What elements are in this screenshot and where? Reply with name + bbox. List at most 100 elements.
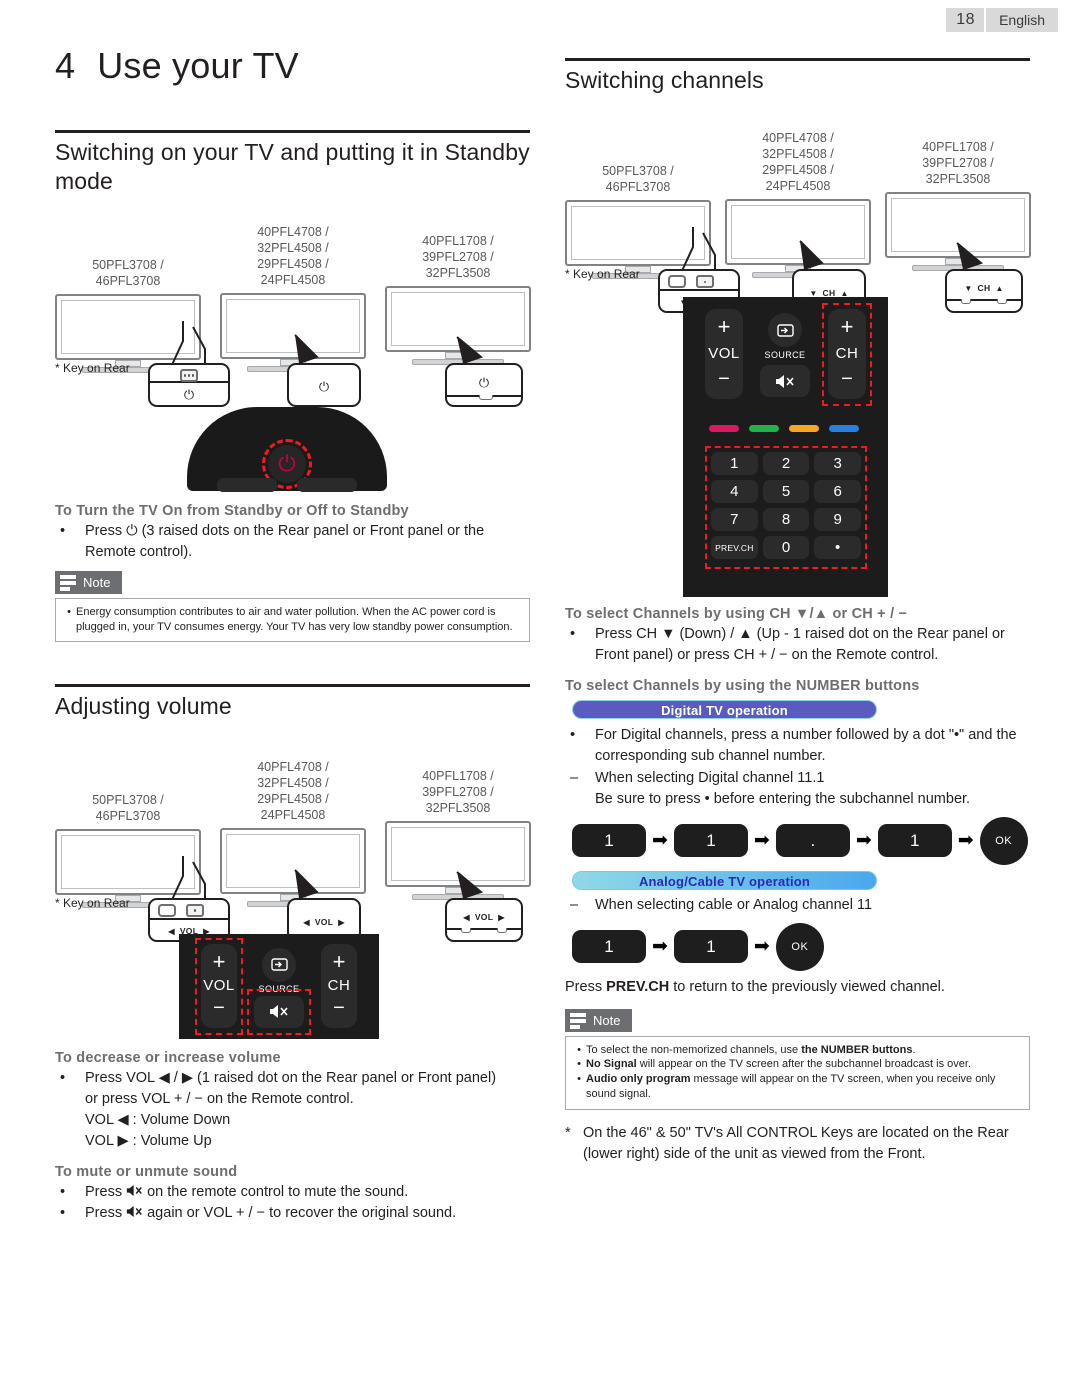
color-button-0[interactable]	[709, 425, 739, 433]
ch-down-arrow-3: ▼	[964, 284, 973, 294]
tv-model-label-ch-2: 40PFL4708 / 32PFL4508 / 29PFL4508 / 24PF…	[762, 131, 834, 194]
note-item-text: To select the non-memorized channels, us…	[586, 1043, 916, 1056]
power-glyph-2: ⏻	[318, 378, 330, 394]
mute-button-highlight	[247, 988, 311, 1035]
subheading-decrease-increase-volume: To decrease or increase volume	[55, 1049, 281, 1066]
note-bold: Audio only program	[586, 1073, 691, 1086]
remote-full-illustration: + VOL − SOURCE + CH − 1 2 3 4 5 6 7 8 9 …	[565, 297, 1030, 602]
vol-name-label-r: VOL	[708, 345, 740, 363]
tv-model-label-ch-1: 50PFL3708 / 46PFL3708	[602, 164, 674, 195]
volume-line-4: VOL ▶ : Volume Up	[85, 1132, 212, 1149]
source-button-left[interactable]	[262, 947, 296, 982]
turn-on-text-a: Press	[85, 522, 127, 539]
note-bullet: •	[577, 1043, 581, 1056]
note-bullet: •	[577, 1073, 581, 1086]
note-tab: Note	[55, 570, 123, 594]
ch-rocker-button-left[interactable]: + CH −	[321, 943, 357, 1028]
turn-on-instructions: To Turn the TV On from Standby or Off to…	[55, 503, 530, 563]
one-dot-key-icon-ch	[696, 275, 714, 289]
digital-dash-line-2: Be sure to press • before entering the s…	[595, 790, 971, 807]
subheading-turn-on: To Turn the TV On from Standby or Off to…	[55, 502, 409, 519]
sequence-arrow-icon: ➡	[753, 936, 770, 958]
volume-control-label-2: ◀ VOL ▶	[289, 917, 359, 927]
digital-key-sequence: 1 ➡ 1 ➡. ➡ 1 ➡ OK	[572, 816, 1030, 865]
ch-plus-label-l: +	[332, 948, 346, 974]
channel-control-label-3: ▼ CH ▲	[947, 283, 1021, 293]
section-title-switching-on: Switching on your TV and putting it in S…	[55, 139, 530, 195]
numpad-highlight	[705, 446, 867, 570]
volume-control-label-3: ◀ VOL ▶	[447, 912, 521, 922]
callout-front-panel-power-2: ⏻	[287, 362, 361, 407]
channel-line-2: Front panel) or press CH + / − on the Re…	[595, 647, 939, 664]
power-glyph-3: ⏻	[478, 374, 490, 390]
ch-label-3: CH	[977, 283, 991, 294]
key-on-rear-note-channels: * Key on Rear	[565, 267, 640, 282]
ch-button-highlight	[822, 303, 872, 407]
vol-rocker-button-right[interactable]: + VOL −	[705, 309, 743, 400]
analog-key-sequence: 1 ➡ 1 ➡ OK	[572, 922, 1030, 971]
note-tab-channels: Note	[565, 1008, 633, 1032]
footnote-line-2: (lower right) side of the unit as viewed…	[583, 1145, 926, 1162]
one-dot-key-icon	[186, 903, 204, 917]
remote-panel-channels: + VOL − SOURCE + CH − 1 2 3 4 5 6 7 8 9 …	[683, 297, 888, 598]
note-item-text: No Signal will appear on the TV screen a…	[586, 1058, 972, 1071]
manual-page: 18 English 4 Use your TV Switching on you…	[0, 0, 1080, 1397]
mute-button-right[interactable]	[760, 365, 810, 398]
turn-on-bullet: • Press ⏻ (3 raised dots on the Rear pan…	[55, 521, 530, 563]
sequence-arrow-icon: ➡	[855, 830, 872, 852]
digital-dash-row: – When selecting Digital channel 11.1 Be…	[565, 768, 1030, 810]
color-button-3[interactable]	[829, 425, 859, 433]
remote-top-body: ⏻	[187, 406, 387, 492]
footnote-control-keys: * On the 46" & 50" TV's All CONTROL Keys…	[565, 1123, 1030, 1165]
turn-on-text-b: (3 raised dots on the Rear panel or Fron…	[85, 522, 485, 560]
remote-soft-button-left[interactable]	[217, 477, 277, 492]
remote-top-illustration: ⏻	[55, 406, 530, 492]
mute-icon-right	[776, 374, 794, 388]
chapter-number: 4	[55, 45, 76, 86]
volume-line-2: or press VOL + / − on the Remote control…	[85, 1090, 354, 1107]
color-button-2[interactable]	[789, 425, 819, 433]
number-button-instructions: To select Channels by using the NUMBER b…	[565, 678, 1030, 997]
channel-bullet: • Press CH ▼ (Down) / ▲ (Up - 1 raised d…	[565, 624, 1030, 666]
digital-sequence-key-2: .	[775, 824, 850, 858]
digital-sequence-key-1: 1	[673, 824, 748, 858]
remote-soft-button-right[interactable]	[297, 477, 357, 492]
note-item-text: Energy consumption contributes to air an…	[76, 605, 513, 633]
blank-key-icon	[158, 903, 176, 917]
key-on-rear-note-left: * Key on Rear	[55, 360, 130, 375]
subheading-mute: To mute or unmute sound	[55, 1163, 238, 1180]
mute-instructions: To mute or unmute sound • Press on the r…	[55, 1164, 530, 1224]
callout-rear-panel-power: ⏻	[148, 362, 230, 407]
prev-ch-text-a: Press	[565, 978, 607, 995]
tv-model-label-1: 50PFL3708 / 46PFL3708	[92, 257, 164, 288]
section-title-adjusting-volume: Adjusting volume	[55, 693, 232, 720]
source-icon-right	[776, 324, 794, 337]
bullet-marker-mute-2: •	[60, 1204, 66, 1221]
callout-front-panel-power-3: ⏻	[445, 362, 523, 407]
source-button-right[interactable]	[768, 313, 802, 348]
badge-digital-tv-operation: Digital TV operation	[572, 700, 877, 720]
source-icon	[270, 958, 288, 972]
callout-leader-1	[170, 320, 206, 368]
note-body: • Energy consumption contributes to air …	[55, 597, 530, 643]
note-icon-channels	[565, 1009, 591, 1032]
callout-leader-ch-1	[680, 227, 716, 274]
vol-minus-label-r: −	[718, 368, 730, 391]
note-box-standby: Note • Energy consumption contributes to…	[55, 570, 530, 643]
color-button-1[interactable]	[749, 425, 779, 433]
chapter-title: 4 Use your TV	[55, 45, 530, 87]
digital-text-block: For Digital channels, press a number fol…	[595, 725, 1030, 767]
note-box-channels: Note • To select the non-memorized channe…	[565, 1008, 1030, 1110]
mute-bullet-1: • Press on the remote control to mute th…	[55, 1182, 530, 1203]
power-glyph-1: ⏻	[183, 386, 195, 402]
note-item: • Audio only program message will appear …	[572, 1072, 1021, 1101]
volume-bullet: • Press VOL ◀ / ▶ (1 raised dot on the R…	[55, 1068, 530, 1152]
mute-text-1a: Press	[85, 1183, 127, 1200]
prev-ch-button-name: PREV.CH	[606, 978, 670, 995]
badge-analog-tv-operation: Analog/Cable TV operation	[572, 870, 877, 890]
analog-dash-text: When selecting cable or Analog channel 1…	[595, 896, 873, 913]
bullet-marker-ch: •	[570, 626, 576, 643]
digital-sequence-key-3: 1	[877, 824, 952, 858]
prev-ch-instruction: Press PREV.CH to return to the previousl…	[565, 977, 1030, 998]
note-bold: No Signal	[586, 1058, 637, 1071]
